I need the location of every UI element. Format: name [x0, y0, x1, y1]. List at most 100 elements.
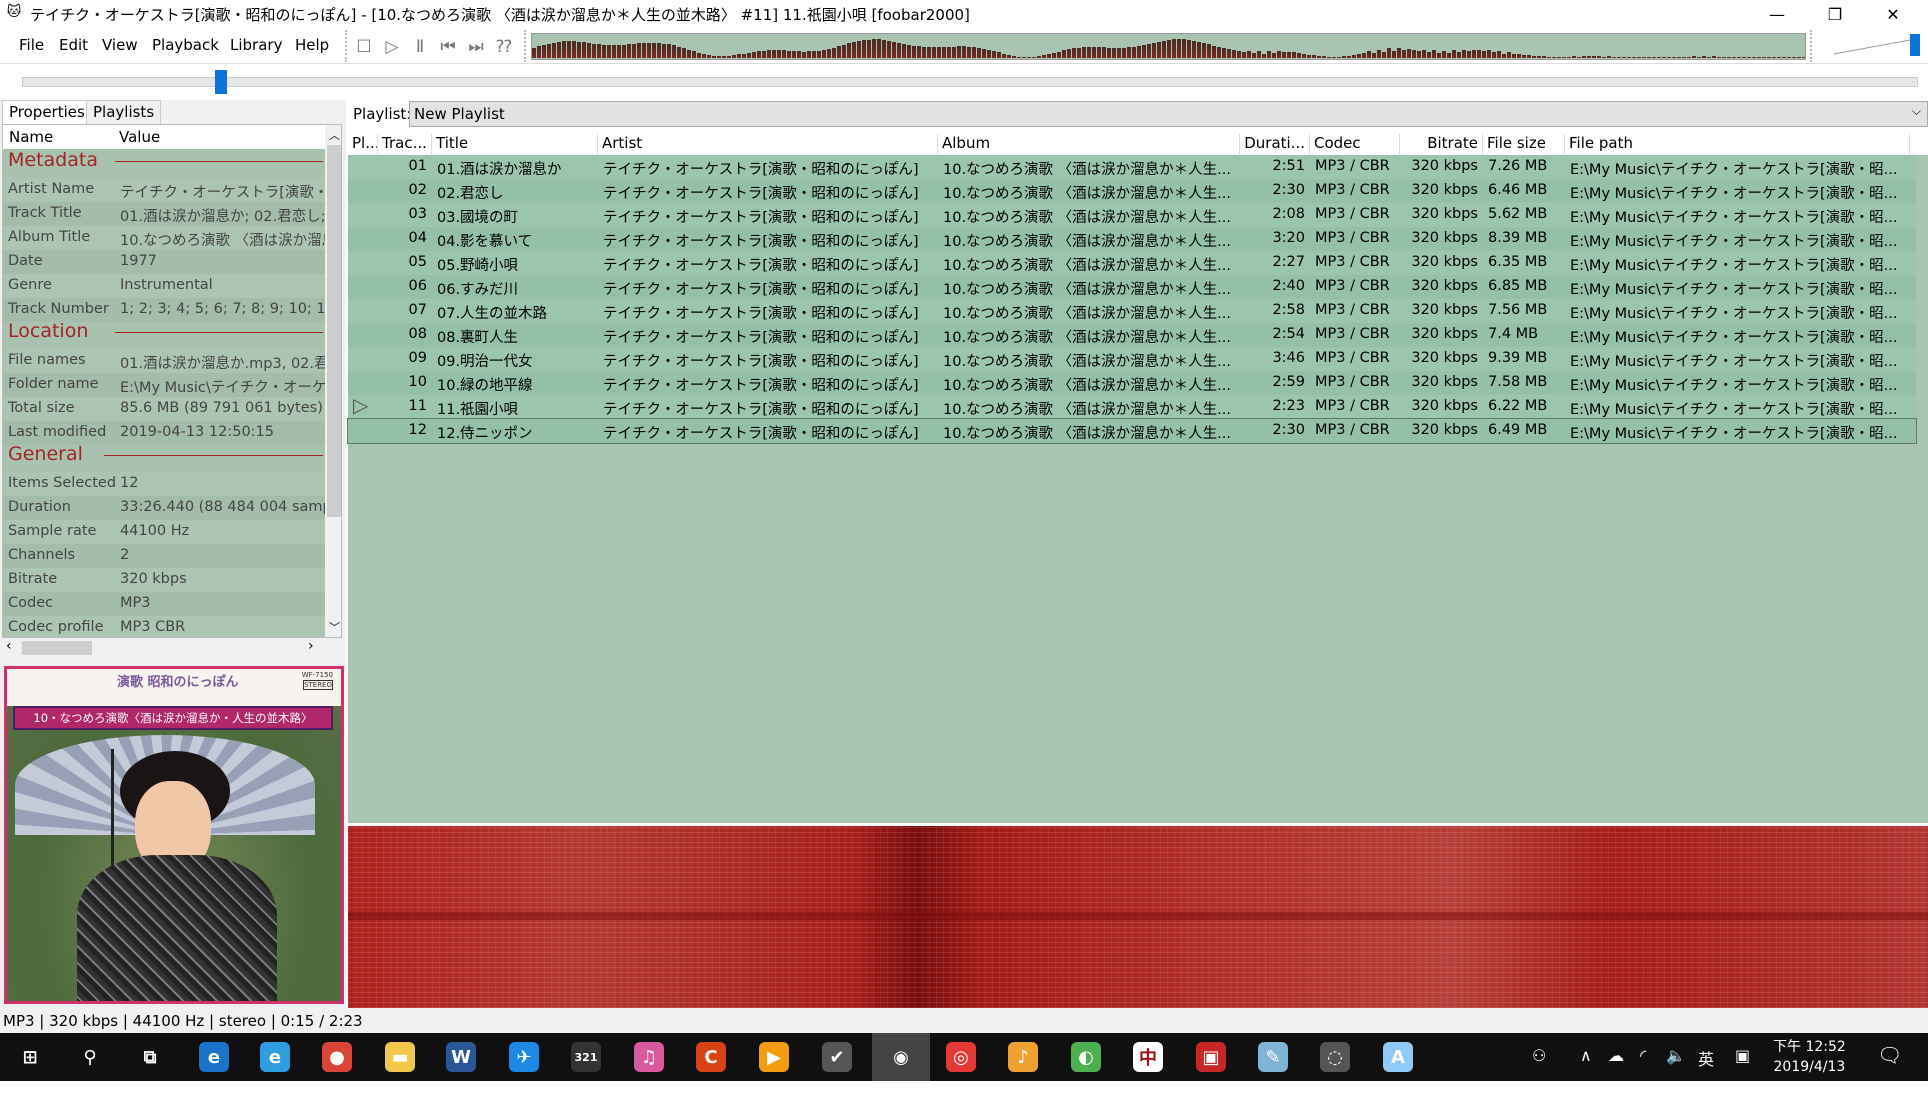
property-row[interactable]: Duration 33:26.440 (88 484 004 samples) — [3, 496, 325, 520]
wifi-icon[interactable]: ◜ — [1640, 1046, 1646, 1065]
ccleaner-icon[interactable]: C — [696, 1042, 726, 1072]
restore-button[interactable]: ❐ — [1806, 0, 1864, 28]
property-row[interactable]: Album Title 10.なつめろ演歌 〈酒は涙か溜息か＊人生の並木路〉 — [3, 226, 325, 250]
chevron-down-icon[interactable]: ⌵ — [1912, 104, 1921, 119]
wordpad-icon[interactable]: A — [1383, 1042, 1413, 1072]
people-icon[interactable]: ⚇ — [1532, 1046, 1546, 1065]
playlist-row[interactable]: 09 09.明治一代女 テイチク・オーケストラ[演歌・昭和のにっぽん] 10.なつめろ… — [348, 347, 1916, 371]
volume-slider[interactable] — [1832, 30, 1922, 60]
file-explorer-icon[interactable]: ▬ — [385, 1042, 415, 1072]
scroll-right-icon[interactable]: › — [308, 638, 314, 654]
chevron-up-icon[interactable]: ∧ — [1580, 1046, 1592, 1065]
property-row[interactable]: Artist Name テイチク・オーケストラ[演歌・昭和のにっぽん] — [3, 178, 325, 202]
property-row[interactable]: Items Selected 12 — [3, 472, 325, 496]
property-row[interactable]: Sample rate 44100 Hz — [3, 520, 325, 544]
input-language[interactable]: 英 — [1698, 1046, 1714, 1070]
tab-playlists[interactable]: Playlists — [86, 100, 162, 124]
property-row[interactable]: Total size 85.6 MB (89 791 061 bytes) — [3, 397, 325, 421]
notifications-icon[interactable]: 🗨 — [1877, 1043, 1902, 1067]
menu-help[interactable]: Help — [295, 36, 329, 54]
playlist-row[interactable]: 05 05.野崎小唄 テイチク・オーケストラ[演歌・昭和のにっぽん] 10.なつめろ演… — [348, 251, 1916, 275]
play-icon[interactable]: ▷ — [381, 36, 403, 58]
scroll-up-icon[interactable]: ︿ — [329, 127, 340, 143]
edge-icon[interactable]: e — [199, 1042, 229, 1072]
tab-properties[interactable]: Properties — [2, 100, 92, 124]
playlist-row[interactable]: 10 10.緑の地平線 テイチク・オーケストラ[演歌・昭和のにっぽん] 10.なつめろ… — [348, 371, 1916, 395]
scroll-left-icon[interactable]: ‹ — [6, 638, 12, 654]
scroll-thumb[interactable] — [327, 145, 341, 517]
property-row[interactable]: Codec profile MP3 CBR — [3, 616, 325, 637]
column-header[interactable]: Pl... — [348, 134, 378, 154]
menu-view[interactable]: View — [102, 36, 138, 54]
ime-icon[interactable]: ▣ — [1735, 1046, 1750, 1065]
playlist-row[interactable]: 03 03.國境の町 テイチク・オーケストラ[演歌・昭和のにっぽん] 10.なつめろ演… — [348, 203, 1916, 227]
close-button[interactable]: ✕ — [1864, 0, 1922, 28]
foobar2000-icon[interactable]: ◉ — [872, 1033, 930, 1081]
property-row[interactable]: Track Title 01.酒は涙か溜息か; 02.君恋し; ... — [3, 202, 325, 226]
video-player-icon[interactable]: ▶ — [759, 1042, 789, 1072]
notepad-icon[interactable]: ✎ — [1258, 1042, 1288, 1072]
stop-icon[interactable]: ☐ — [353, 36, 375, 58]
column-header[interactable]: Artist — [598, 134, 938, 154]
property-row[interactable]: Folder name E:\My Music\テイチク・オーケストラ — [3, 373, 325, 397]
property-row[interactable]: Channels 2 — [3, 544, 325, 568]
column-header[interactable]: Trac... — [378, 134, 432, 154]
column-header[interactable]: File path — [1565, 134, 1910, 154]
itunes-icon[interactable]: ♫ — [634, 1042, 664, 1072]
vertical-scrollbar[interactable]: ︿ ﹀ — [325, 125, 341, 637]
scroll-thumb[interactable] — [22, 641, 92, 655]
scroll-down-icon[interactable]: ﹀ — [329, 619, 340, 635]
property-row[interactable]: File names 01.酒は涙か溜息か.mp3, 02.君恋し.mp3, ..… — [3, 349, 325, 373]
property-row[interactable]: Track Number 1; 2; 3; 4; 5; 6; 7; 8; 9; 1… — [3, 298, 325, 322]
property-row[interactable]: Bitrate 320 kbps — [3, 568, 325, 592]
seek-thumb[interactable] — [215, 70, 228, 94]
volume-thumb[interactable] — [1910, 34, 1920, 56]
menu-edit[interactable]: Edit — [59, 36, 88, 54]
start-icon[interactable]: ⊞ — [15, 1042, 45, 1072]
column-header[interactable]: Title — [432, 134, 598, 154]
word-icon[interactable]: W — [446, 1042, 476, 1072]
next-icon[interactable]: ⏭ — [465, 36, 487, 58]
playlist-row[interactable]: 02 02.君恋し テイチク・オーケストラ[演歌・昭和のにっぽん] 10.なつめろ演歌… — [348, 179, 1916, 203]
red-book-app-icon[interactable]: ▣ — [1196, 1042, 1226, 1072]
chinese-app-icon[interactable]: 中 — [1133, 1042, 1163, 1072]
playlist-row[interactable]: 07 07.人生の並木路 テイチク・オーケストラ[演歌・昭和のにっぽん] 10.なつめ… — [348, 299, 1916, 323]
column-value[interactable]: Value — [119, 128, 160, 146]
menu-file[interactable]: File — [19, 36, 44, 54]
netease-music-icon[interactable]: ◎ — [946, 1042, 976, 1072]
playlist-row[interactable]: 06 06.すみだ川 テイチク・オーケストラ[演歌・昭和のにっぽん] 10.なつめろ演… — [348, 275, 1916, 299]
audio-app-icon[interactable]: ♪ — [1008, 1042, 1038, 1072]
minimize-button[interactable]: — — [1748, 0, 1806, 28]
internet-explorer-icon[interactable]: e — [260, 1042, 290, 1072]
horizontal-scrollbar[interactable]: ‹ › — [2, 638, 322, 658]
menu-playback[interactable]: Playback — [152, 36, 219, 54]
playlist-row[interactable]: 01 01.酒は涙か溜息か テイチク・オーケストラ[演歌・昭和のにっぽん] 10.なつ… — [348, 155, 1916, 179]
playlist-dropdown[interactable]: New Playlist ⌵ — [409, 101, 1928, 127]
photoscape-icon[interactable]: ◌ — [1320, 1042, 1350, 1072]
menu-library[interactable]: Library — [230, 36, 282, 54]
column-header[interactable]: Bitrate — [1400, 134, 1483, 154]
column-header[interactable]: File size — [1483, 134, 1565, 154]
playlist-row[interactable]: 08 08.裏町人生 テイチク・オーケストラ[演歌・昭和のにっぽん] 10.なつめろ演… — [348, 323, 1916, 347]
column-name[interactable]: Name — [9, 128, 53, 146]
playlist-view[interactable]: 01 01.酒は涙か溜息か テイチク・オーケストラ[演歌・昭和のにっぽん] 10.なつ… — [347, 155, 1928, 823]
app-blue-icon[interactable]: ✈ — [509, 1042, 539, 1072]
column-header[interactable]: Durati... — [1240, 134, 1310, 154]
onedrive-icon[interactable]: ☁ — [1608, 1046, 1624, 1065]
media-player-classic-icon[interactable]: 321 — [571, 1042, 601, 1072]
playlist-row[interactable]: 12 12.侍ニッポン テイチク・オーケストラ[演歌・昭和のにっぽん] 10.なつめろ… — [347, 418, 1917, 444]
property-row[interactable]: Genre Instrumental — [3, 274, 325, 298]
clock[interactable]: 下午 12:52 2019/4/13 — [1773, 1037, 1846, 1077]
checkmark-app-icon[interactable]: ✔ — [822, 1042, 852, 1072]
globe-app-icon[interactable]: ◐ — [1071, 1042, 1101, 1072]
volume-icon[interactable]: 🔈 — [1666, 1046, 1686, 1065]
column-header[interactable]: Album — [938, 134, 1240, 154]
previous-icon[interactable]: ⏮ — [437, 36, 459, 58]
playlist-row[interactable]: ▷ 11 11.祇園小唄 テイチク・オーケストラ[演歌・昭和のにっぽん] 10.なつめろ… — [348, 393, 1916, 419]
task-view-icon[interactable]: ⧉ — [135, 1042, 165, 1072]
property-row[interactable]: Codec MP3 — [3, 592, 325, 616]
playlist-row[interactable]: 04 04.影を慕いて テイチク・オーケストラ[演歌・昭和のにっぽん] 10.なつめろ… — [348, 227, 1916, 251]
random-icon[interactable]: ⁇ — [493, 36, 515, 58]
property-row[interactable]: Date 1977 — [3, 250, 325, 274]
pause-icon[interactable]: Ⅱ — [409, 36, 431, 58]
